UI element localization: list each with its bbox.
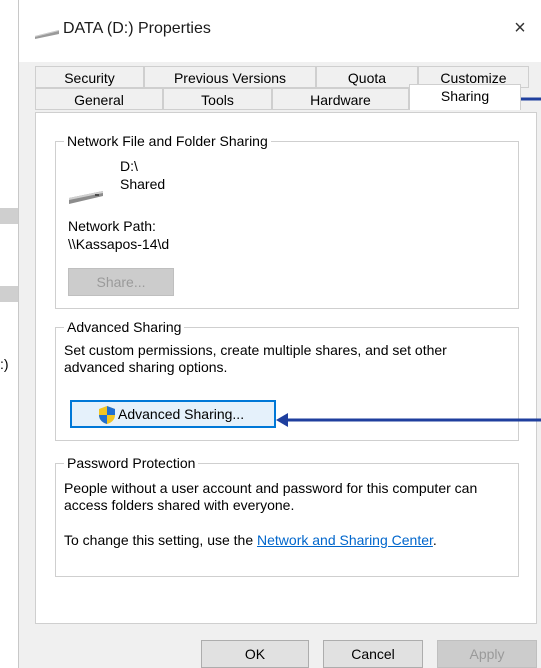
password-protection-group: Password Protection People without a use… [55,455,519,577]
password-protection-label: Password Protection [64,455,199,471]
share-button[interactable]: Share... [68,268,174,296]
annotation-arrow-icon [276,413,541,427]
tab-hardware[interactable]: Hardware [272,88,409,110]
advanced-sharing-button-label: Advanced Sharing... [118,406,245,422]
uac-shield-icon [99,406,115,424]
ok-button[interactable]: OK [201,640,309,668]
drive-status: Shared [120,176,166,192]
change-setting-prefix: To change this setting, use the [64,532,258,548]
drive-icon [35,30,59,39]
tab-sharing[interactable]: Sharing [409,84,521,110]
sharing-panel: Network File and Folder Sharing D:\ Shar… [35,112,537,624]
change-setting-suffix: . [432,532,437,548]
window-title: DATA (D:) Properties [63,20,211,37]
cancel-button[interactable]: Cancel [323,640,423,668]
tab-security[interactable]: Security [35,66,144,88]
advanced-sharing-button[interactable]: Advanced Sharing... [70,400,276,428]
network-sharing-center-link[interactable]: Network and Sharing Center [257,532,433,548]
drive-name: D:\ [120,158,138,174]
network-sharing-label: Network File and Folder Sharing [64,133,271,149]
title-bar: DATA (D:) Properties × [19,0,541,62]
change-setting-text: To change this setting, use the Network … [64,532,437,549]
password-protection-description: People without a user account and passwo… [64,480,478,513]
close-button[interactable]: × [506,14,534,42]
network-sharing-group: Network File and Folder Sharing D:\ Shar… [55,133,519,309]
background-text: :) [0,356,9,372]
background-bar [0,286,18,302]
apply-button[interactable]: Apply [437,640,537,668]
properties-dialog: DATA (D:) Properties × Security Previous… [18,0,541,668]
advanced-sharing-label: Advanced Sharing [64,319,185,335]
advanced-sharing-description: Set custom permissions, create multiple … [64,342,447,375]
tab-tools[interactable]: Tools [163,88,272,110]
network-path-label: Network Path: [68,218,156,234]
drive-icon [69,191,103,204]
tab-general[interactable]: General [35,88,163,110]
background-bar [0,208,18,224]
tab-quota[interactable]: Quota [316,66,418,88]
network-path-value: \\Kassapos-14\d [68,236,170,252]
tab-previous-versions[interactable]: Previous Versions [144,66,316,88]
background-window [0,0,18,668]
